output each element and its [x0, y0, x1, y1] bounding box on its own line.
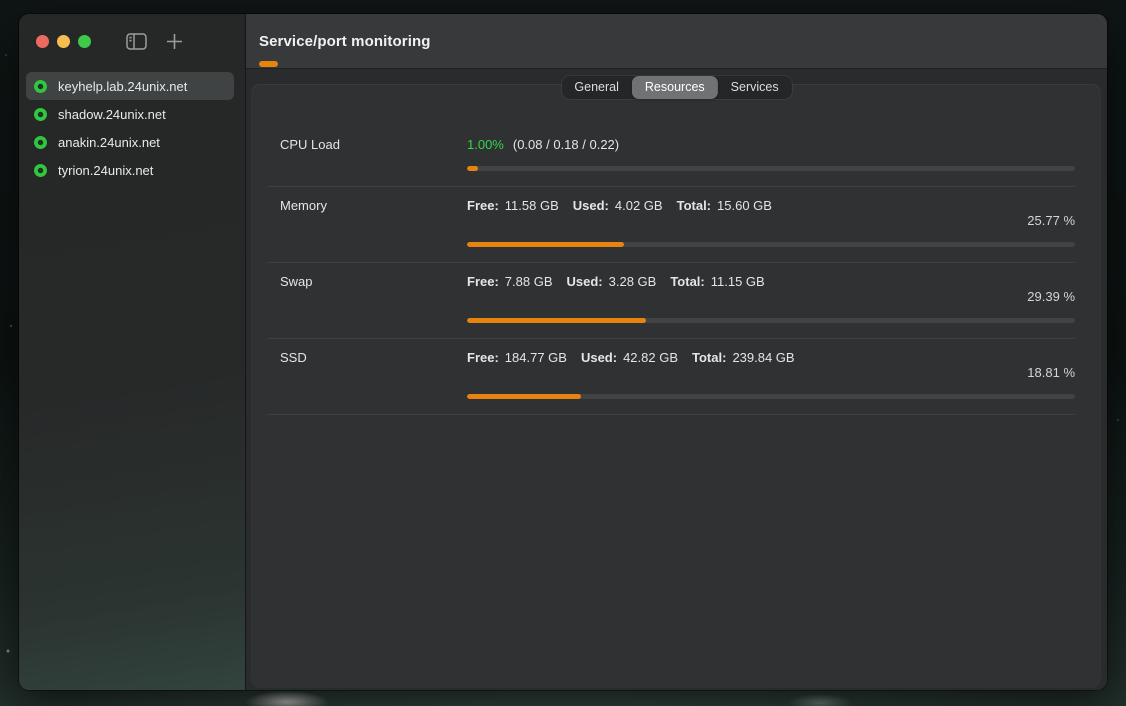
free-value: 184.77 GB: [505, 350, 567, 365]
server-label: keyhelp.lab.24unix.net: [58, 79, 187, 94]
close-button[interactable]: [36, 35, 49, 48]
used-value: 42.82 GB: [623, 350, 678, 365]
used-value: 4.02 GB: [615, 198, 663, 213]
server-list: keyhelp.lab.24unix.net shadow.24unix.net…: [19, 68, 245, 184]
total-value: 15.60 GB: [717, 198, 772, 213]
row-separator: [267, 414, 1075, 415]
main-panel: Service/port monitoring General Resource…: [246, 14, 1107, 690]
sidebar-header: [19, 14, 245, 68]
zoom-button[interactable]: [78, 35, 91, 48]
resource-row-swap: Swap Free: 7.88 GB Used: 3.28 GB Total: 11.15…: [251, 263, 1101, 338]
server-label: tyrion.24unix.net: [58, 163, 153, 178]
status-ok-icon: [34, 108, 47, 121]
sidebar-item-keyhelp[interactable]: keyhelp.lab.24unix.net: [26, 72, 234, 100]
swap-progressbar: [467, 318, 1075, 323]
memory-progressbar-fill: [467, 242, 624, 247]
tab-services[interactable]: Services: [718, 76, 792, 99]
ssd-progressbar-fill: [467, 394, 581, 399]
add-server-button[interactable]: [163, 31, 185, 51]
free-label: Free:: [467, 198, 499, 213]
status-ok-icon: [34, 164, 47, 177]
page-title: Service/port monitoring: [259, 33, 431, 50]
tab-resources[interactable]: Resources: [632, 76, 718, 99]
resource-row-cpu: CPU Load 1.00% (0.08 / 0.18 / 0.22): [251, 84, 1101, 186]
swap-values: Free: 7.88 GB Used: 3.28 GB Total: 11.15 GB: [467, 274, 1075, 289]
row-label: Memory: [280, 198, 327, 213]
cpu-values: 1.00% (0.08 / 0.18 / 0.22): [467, 137, 1075, 152]
total-value: 239.84 GB: [732, 350, 794, 365]
used-value: 3.28 GB: [609, 274, 657, 289]
free-label: Free:: [467, 350, 499, 365]
sidebar-toggle-button[interactable]: [125, 31, 147, 51]
sidebar-item-tyrion[interactable]: tyrion.24unix.net: [26, 156, 234, 184]
swap-percent: 29.39 %: [1027, 289, 1075, 304]
used-label: Used:: [581, 350, 617, 365]
memory-values: Free: 11.58 GB Used: 4.02 GB Total: 15.60 GB: [467, 198, 1075, 213]
cpu-progressbar: [467, 166, 1075, 171]
desktop-wallpaper: keyhelp.lab.24unix.net shadow.24unix.net…: [0, 0, 1126, 706]
sidebar-toggle-icon: [126, 33, 147, 50]
ssd-progressbar: [467, 394, 1075, 399]
sidebar-item-shadow[interactable]: shadow.24unix.net: [26, 100, 234, 128]
cpu-load-averages: (0.08 / 0.18 / 0.22): [513, 137, 619, 152]
resource-row-memory: Memory Free: 11.58 GB Used: 4.02 GB Total: 15…: [251, 187, 1101, 262]
row-label: Swap: [280, 274, 313, 289]
ssd-percent: 18.81 %: [1027, 365, 1075, 380]
resource-row-ssd: SSD Free: 184.77 GB Used: 42.82 GB Total: 239…: [251, 339, 1101, 414]
row-label: CPU Load: [280, 137, 340, 152]
used-label: Used:: [573, 198, 609, 213]
total-label: Total:: [670, 274, 704, 289]
scrolled-progressbar-fragment: [259, 61, 278, 67]
toolbar: Service/port monitoring: [246, 14, 1107, 69]
ssd-values: Free: 184.77 GB Used: 42.82 GB Total: 239.84 …: [467, 350, 1075, 365]
swap-progressbar-fill: [467, 318, 646, 323]
server-label: anakin.24unix.net: [58, 135, 160, 150]
memory-percent: 25.77 %: [1027, 213, 1075, 228]
server-label: shadow.24unix.net: [58, 107, 166, 122]
status-ok-icon: [34, 136, 47, 149]
row-label: SSD: [280, 350, 307, 365]
used-label: Used:: [567, 274, 603, 289]
minimize-button[interactable]: [57, 35, 70, 48]
sidebar: keyhelp.lab.24unix.net shadow.24unix.net…: [19, 14, 245, 690]
resources-box: CPU Load 1.00% (0.08 / 0.18 / 0.22) Memor…: [251, 84, 1101, 688]
free-value: 7.88 GB: [505, 274, 553, 289]
plus-icon: [166, 33, 183, 50]
sidebar-item-anakin[interactable]: anakin.24unix.net: [26, 128, 234, 156]
cpu-load-value: 1.00%: [467, 137, 504, 152]
app-window: keyhelp.lab.24unix.net shadow.24unix.net…: [19, 14, 1107, 690]
total-label: Total:: [677, 198, 711, 213]
total-label: Total:: [692, 350, 726, 365]
memory-progressbar: [467, 242, 1075, 247]
tab-bar: General Resources Services: [561, 76, 791, 99]
total-value: 11.15 GB: [711, 274, 765, 289]
cpu-progressbar-fill: [467, 166, 478, 171]
free-value: 11.58 GB: [505, 198, 559, 213]
free-label: Free:: [467, 274, 499, 289]
status-ok-icon: [34, 80, 47, 93]
tab-general[interactable]: General: [561, 76, 631, 99]
